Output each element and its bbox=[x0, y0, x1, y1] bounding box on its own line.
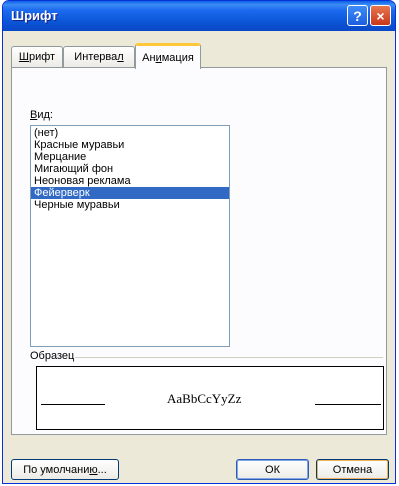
list-item[interactable]: Мигающий фон bbox=[31, 163, 229, 175]
preview-right-line bbox=[315, 404, 381, 405]
preview-box: AaBbCcYyZz bbox=[36, 366, 384, 430]
tab-animation-label-start: Ан bbox=[142, 51, 156, 64]
tab-spacing[interactable]: Интерва л bbox=[63, 46, 135, 67]
tab-spacing-mnemonic: л bbox=[117, 51, 124, 63]
default-button-label-start: По умолчани bbox=[23, 463, 90, 476]
preview-group-label: Образец bbox=[30, 350, 75, 362]
preview-left-line bbox=[41, 404, 105, 405]
tab-animation-label-end: мация bbox=[161, 51, 194, 64]
help-button[interactable]: ? bbox=[347, 5, 368, 26]
list-item[interactable]: Неоновая реклама bbox=[31, 175, 229, 187]
titlebar[interactable]: Шрифт ? × bbox=[3, 1, 395, 31]
animation-listbox[interactable]: (нет) Красные муравьи Мерцание Мигающий … bbox=[30, 125, 230, 347]
default-button-label-end: ... bbox=[97, 463, 107, 476]
tab-font-mnemonic: Ш bbox=[18, 51, 29, 63]
close-icon: × bbox=[376, 7, 385, 24]
default-button[interactable]: По умолчани ю... bbox=[11, 459, 119, 480]
list-item[interactable]: Красные муравьи bbox=[31, 139, 229, 151]
preview-group-divider bbox=[75, 357, 383, 358]
cancel-button[interactable]: Отмена bbox=[316, 459, 389, 480]
list-item[interactable]: (нет) bbox=[31, 127, 229, 139]
tab-font[interactable]: Шрифт bbox=[11, 46, 63, 67]
close-button[interactable]: × bbox=[370, 5, 391, 26]
default-button-mnemonic: ю bbox=[89, 463, 98, 476]
tab-spacing-label-start: Интерва bbox=[74, 51, 118, 63]
animation-type-label-rest: ид: bbox=[37, 109, 53, 121]
list-item[interactable]: Черные муравьи bbox=[31, 199, 229, 211]
list-item[interactable]: Мерцание bbox=[31, 151, 229, 163]
font-dialog: Шрифт ? × Шрифт Интерва л Ан и мация Вид: (… bbox=[2, 0, 396, 484]
tab-animation[interactable]: Ан и мация bbox=[135, 43, 201, 69]
preview-sample-text: AaBbCcYyZz bbox=[167, 391, 242, 406]
animation-type-label: Вид: bbox=[30, 109, 53, 121]
list-item-selected[interactable]: Фейерверк bbox=[31, 187, 229, 199]
window-title: Шрифт bbox=[11, 8, 58, 23]
help-icon: ? bbox=[353, 7, 362, 24]
ok-button[interactable]: ОК bbox=[236, 459, 309, 480]
tab-font-label-rest: рифт bbox=[28, 51, 56, 63]
